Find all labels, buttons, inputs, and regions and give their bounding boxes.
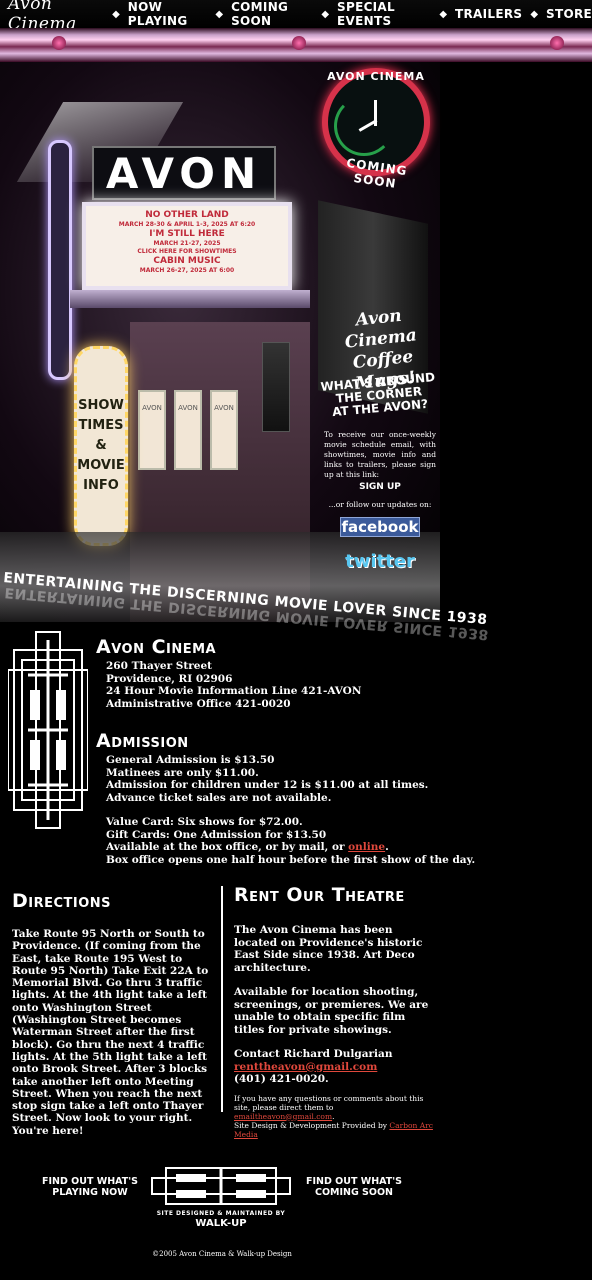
nav-now-playing[interactable]: NOW PLAYING	[128, 0, 208, 28]
signup-description: To receive our once-weekly movie schedul…	[324, 430, 436, 479]
neon-light-icon	[52, 36, 66, 50]
rent-email-link[interactable]: renttheavon@gmail.com	[234, 1061, 377, 1073]
diamond-icon: ◆	[530, 8, 539, 20]
marquee-dates: MARCH 28-30 & APRIL 1-3, 2025 AT 6:20	[118, 221, 256, 228]
directions-text: Take Route 95 North or South to Providen…	[12, 928, 209, 1137]
marquee-canopy	[70, 290, 310, 308]
entrance-door: AVON	[210, 390, 238, 470]
admission-title: Admission	[96, 730, 189, 752]
walkup-link[interactable]: WALK-UP	[150, 1218, 292, 1229]
marquee-title: I'M STILL HERE	[149, 229, 225, 239]
marquee-dates: MARCH 26-27, 2025 AT 6:00	[139, 267, 235, 274]
facebook-button[interactable]: facebook	[340, 517, 420, 537]
marquee[interactable]: NO OTHER LAND MARCH 28-30 & APRIL 1-3, 2…	[82, 202, 292, 290]
site-email-link[interactable]: emailtheavon@gmail.com	[234, 1112, 332, 1121]
nav-special-events[interactable]: SPECIAL EVENTS	[337, 0, 431, 28]
rent-info: The Avon Cinema has been located on Prov…	[234, 924, 433, 1139]
directions-title: Directions	[12, 890, 112, 912]
diamond-icon: ◆	[439, 8, 448, 20]
neon-light-icon	[550, 36, 564, 50]
copyright: ©2005 Avon Cinema & Walk-up Design	[152, 1250, 292, 1258]
clock-label-top: AVON CINEMA	[327, 70, 425, 83]
deco-footer-logo	[151, 1167, 291, 1205]
avon-address: 260 Thayer Street Providence, RI 02906 2…	[106, 660, 362, 710]
marquee-title: NO OTHER LAND	[145, 210, 229, 220]
poster-case	[262, 342, 290, 432]
nav-store[interactable]: STORE	[546, 7, 592, 21]
vertical-neon-sign	[48, 140, 72, 380]
column-divider	[221, 886, 223, 1112]
diamond-icon: ◆	[112, 8, 120, 20]
marquee-title: CABIN MUSIC	[153, 256, 221, 266]
twitter-button[interactable]: twitter	[338, 550, 422, 574]
nav-trailers[interactable]: TRAILERS	[455, 7, 522, 21]
admission-prices: General Admission is $13.50 Matinees are…	[106, 754, 476, 866]
avon-sign: AVON	[92, 146, 276, 200]
entrance-door: AVON	[138, 390, 166, 470]
playing-now-link[interactable]: FIND OUT WHAT'S PLAYING NOW	[30, 1176, 150, 1198]
marquee-showtimes-link[interactable]: CLICK HERE FOR SHOWTIMES	[86, 248, 288, 256]
top-nav: Avon Cinema ◆ NOW PLAYING ◆ COMING SOON …	[0, 0, 592, 34]
coming-soon-footer-link[interactable]: FIND OUT WHAT'S COMING SOON	[294, 1176, 414, 1198]
entrance-door: AVON	[174, 390, 202, 470]
signup-button[interactable]: SIGN UP	[342, 482, 418, 492]
avon-title: Avon Cinema	[96, 636, 217, 658]
diamond-icon: ◆	[321, 8, 330, 20]
showtimes-sign-button[interactable]: SHOW TIMES & MOVIE INFO	[74, 346, 128, 546]
art-deco-ornament	[8, 631, 88, 829]
walkup-credit: SITE DESIGNED & MAINTAINED BY	[156, 1210, 286, 1217]
diamond-icon: ◆	[215, 8, 224, 20]
rent-title: Rent Our Theatre	[234, 884, 405, 906]
follow-text: ...or follow our updates on:	[328, 500, 432, 509]
nav-coming-soon[interactable]: COMING SOON	[231, 0, 313, 28]
online-link[interactable]: online	[348, 841, 385, 853]
marquee-dates: MARCH 21-27, 2025	[153, 240, 221, 247]
neon-light-icon	[292, 36, 306, 50]
